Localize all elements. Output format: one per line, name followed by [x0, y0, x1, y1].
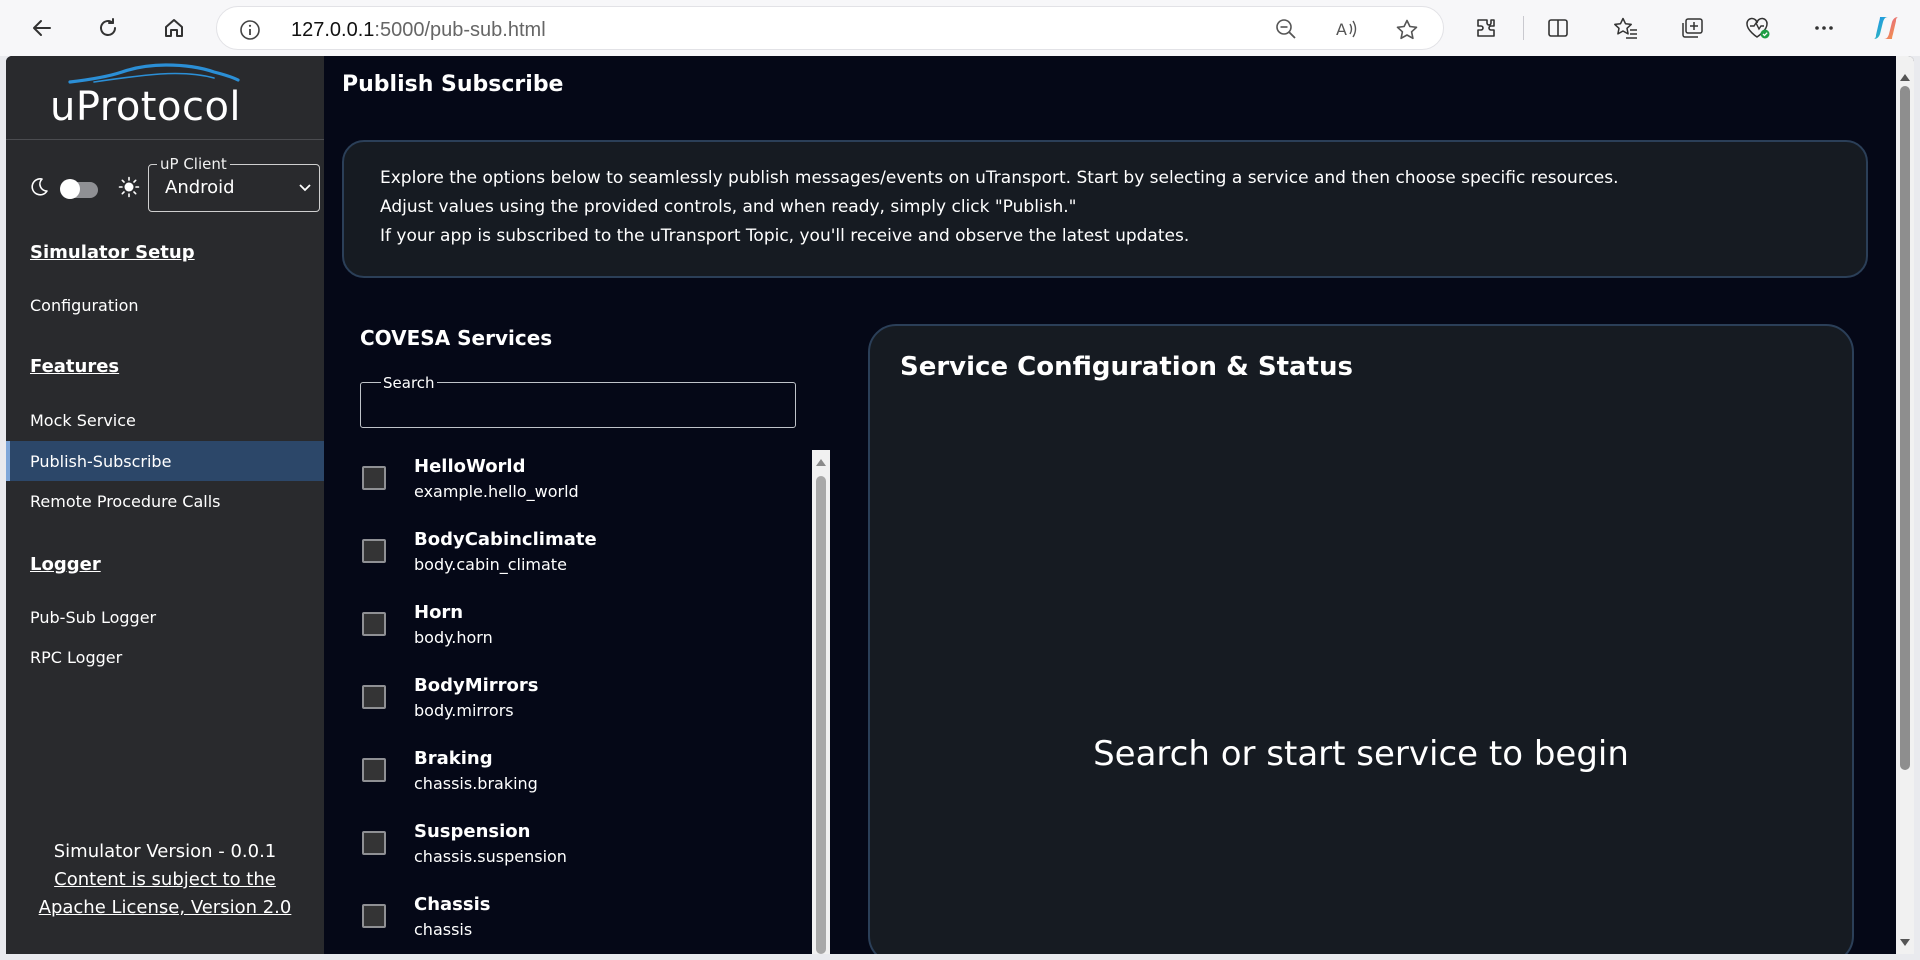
service-checkbox[interactable] [362, 466, 386, 490]
sidebar-item-mock-service[interactable]: Mock Service [6, 400, 324, 440]
config-empty-message: Search or start service to begin [1093, 734, 1629, 774]
service-id: body.mirrors [414, 701, 514, 720]
url-path: :5000/pub-sub.html [374, 19, 546, 41]
service-list-scrollbar[interactable] [812, 450, 830, 954]
list-item[interactable]: Horn body.horn [360, 596, 800, 669]
list-item[interactable]: Braking chassis.braking [360, 742, 800, 815]
section-heading-logger[interactable]: Logger [30, 554, 101, 575]
service-name: BodyCabinclimate [414, 529, 597, 550]
search-input[interactable] [361, 383, 795, 427]
list-item[interactable]: HelloWorld example.hello_world [360, 450, 800, 523]
read-aloud-icon[interactable]: A [1335, 18, 1359, 44]
client-select[interactable]: uP Client Android [148, 155, 320, 212]
extensions-icon[interactable] [1470, 12, 1502, 44]
intro-line: Explore the options below to seamlessly … [380, 168, 1619, 188]
favorites-icon[interactable] [1610, 12, 1642, 44]
service-name: BodyMirrors [414, 675, 539, 696]
client-select-label: uP Client [157, 155, 230, 173]
service-config-panel: Service Configuration & Status Search or… [868, 324, 1854, 954]
scrollbar-thumb[interactable] [816, 476, 826, 954]
service-name: Horn [414, 602, 464, 623]
service-id: chassis [414, 920, 473, 939]
sidebar-item-pub-sub-logger[interactable]: Pub-Sub Logger [6, 597, 324, 637]
section-heading-simulator-setup[interactable]: Simulator Setup [30, 242, 195, 263]
zoom-out-icon[interactable] [1275, 18, 1297, 44]
intro-line: If your app is subscribed to the uTransp… [380, 226, 1190, 246]
search-field[interactable]: Search [360, 374, 796, 428]
svg-text:A: A [1336, 20, 1347, 39]
list-item[interactable]: Chassis chassis [360, 888, 800, 954]
copilot-icon[interactable] [1870, 12, 1902, 44]
service-checkbox[interactable] [362, 758, 386, 782]
theme-row: uP Client Android [28, 155, 320, 216]
home-icon[interactable] [154, 8, 194, 48]
split-screen-icon[interactable] [1542, 12, 1574, 44]
service-checkbox[interactable] [362, 612, 386, 636]
sidebar-footer: Simulator Version - 0.0.1 Content is sub… [6, 838, 324, 922]
page-scrollbar[interactable] [1896, 56, 1914, 954]
sidebar-item-remote-procedure-calls[interactable]: Remote Procedure Calls [6, 481, 324, 521]
scroll-up-arrow-icon[interactable] [812, 454, 830, 470]
license-link[interactable]: Content is subject to the Apache License… [6, 866, 324, 922]
logo-text: uProtocol [50, 84, 242, 130]
address-bar[interactable]: 127.0.0.1:5000/pub-sub.html A [216, 6, 1444, 50]
list-item[interactable]: Suspension chassis.suspension [360, 815, 800, 888]
scrollbar-thumb[interactable] [1900, 86, 1910, 770]
more-icon[interactable] [1808, 12, 1840, 44]
service-id: body.horn [414, 628, 493, 647]
theme-toggle[interactable] [60, 179, 98, 199]
logo-car-swoosh-icon [68, 63, 240, 84]
intro-panel: Explore the options below to seamlessly … [342, 140, 1868, 278]
section-heading-features[interactable]: Features [30, 356, 119, 377]
toolbar-divider [1523, 16, 1524, 40]
service-name: Braking [414, 748, 493, 769]
client-select-value: Android [165, 177, 235, 198]
page-viewport: uProtocol uP Client Android Simulator Se… [6, 56, 1914, 954]
sidebar-item-rpc-logger[interactable]: RPC Logger [6, 637, 324, 677]
theme-toggle-knob [60, 179, 80, 199]
service-checkbox[interactable] [362, 685, 386, 709]
intro-line: Adjust values using the provided control… [380, 197, 1077, 217]
favorite-star-icon[interactable] [1395, 18, 1419, 46]
service-name: Suspension [414, 821, 531, 842]
config-panel-title: Service Configuration & Status [900, 352, 1353, 382]
refresh-icon[interactable] [88, 8, 128, 48]
sidebar-item-publish-subscribe[interactable]: Publish-Subscribe [6, 441, 324, 481]
sun-icon [118, 176, 140, 202]
service-id: chassis.braking [414, 774, 538, 793]
back-icon[interactable] [22, 8, 62, 48]
browser-toolbar: 127.0.0.1:5000/pub-sub.html A [0, 0, 1920, 56]
service-checkbox[interactable] [362, 539, 386, 563]
services-title: COVESA Services [360, 326, 553, 350]
list-item[interactable]: BodyMirrors body.mirrors [360, 669, 800, 742]
simulator-version: Simulator Version - 0.0.1 [53, 841, 277, 862]
moon-icon [28, 176, 50, 202]
info-icon[interactable] [239, 19, 261, 45]
service-id: body.cabin_climate [414, 555, 567, 574]
collections-icon[interactable] [1676, 12, 1708, 44]
url-host: 127.0.0.1 [291, 19, 375, 41]
sidebar-item-configuration[interactable]: Configuration [6, 285, 324, 325]
service-name: HelloWorld [414, 456, 526, 477]
list-item[interactable]: BodyCabinclimate body.cabin_climate [360, 523, 800, 596]
service-checkbox[interactable] [362, 904, 386, 928]
browser-essentials-icon[interactable] [1742, 12, 1774, 44]
page-title: Publish Subscribe [342, 72, 564, 97]
logo: uProtocol [6, 56, 324, 140]
url-text[interactable]: 127.0.0.1:5000/pub-sub.html [291, 19, 546, 42]
service-id: example.hello_world [414, 482, 579, 501]
scroll-down-arrow-icon[interactable] [1900, 932, 1910, 951]
chevron-down-icon [297, 179, 313, 199]
service-list: HelloWorld example.hello_world BodyCabin… [360, 450, 820, 954]
service-checkbox[interactable] [362, 831, 386, 855]
service-name: Chassis [414, 894, 491, 915]
sidebar: uProtocol uP Client Android Simulator Se… [6, 56, 324, 954]
service-id: chassis.suspension [414, 847, 567, 866]
scroll-up-arrow-icon[interactable] [1900, 66, 1910, 85]
